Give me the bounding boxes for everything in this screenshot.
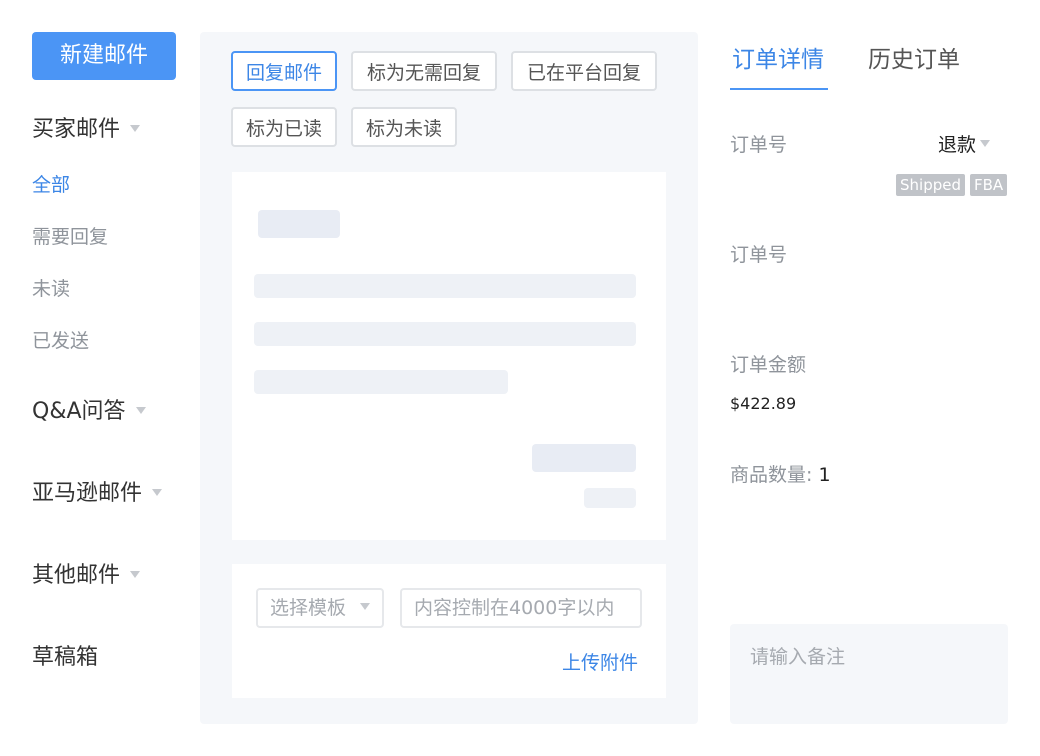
- mark-unread-button[interactable]: 标为未读: [351, 107, 457, 147]
- nav-item-needs-reply[interactable]: 需要回复: [32, 225, 108, 249]
- reply-mail-button[interactable]: 回复邮件: [231, 51, 337, 91]
- group-buyer-mail-label: 买家邮件: [32, 117, 121, 142]
- status-badge-shipped: Shipped: [896, 174, 965, 196]
- active-tab-indicator: [730, 88, 828, 90]
- upload-attachment-link[interactable]: 上传附件: [562, 648, 638, 675]
- group-amazon-mail[interactable]: 亚马逊邮件: [32, 480, 163, 508]
- template-select-placeholder: 选择模板: [270, 597, 347, 619]
- tab-order-details[interactable]: 订单详情: [732, 44, 824, 76]
- compose-box: 选择模板 上传附件: [232, 564, 666, 698]
- group-qa[interactable]: Q&A问答: [32, 398, 146, 426]
- nav-item-sent[interactable]: 已发送: [32, 329, 89, 353]
- remark-input[interactable]: [730, 624, 1008, 724]
- caret-down-icon: [980, 140, 991, 147]
- group-amazon-mail-label: 亚马逊邮件: [32, 481, 143, 506]
- group-buyer-mail[interactable]: 买家邮件: [32, 116, 141, 144]
- skeleton-title: [258, 210, 340, 238]
- reply-content-input[interactable]: [400, 588, 642, 628]
- nav-item-all[interactable]: 全部: [32, 173, 70, 197]
- item-quantity: 商品数量: 1: [730, 462, 831, 488]
- group-other-mail[interactable]: 其他邮件: [32, 562, 141, 590]
- order-number-label: 订单号: [730, 134, 788, 156]
- order-number-label-2: 订单号: [730, 244, 788, 266]
- item-quantity-value: 1: [818, 464, 831, 486]
- group-qa-label: Q&A问答: [32, 399, 126, 424]
- mail-panel: 回复邮件 标为无需回复 已在平台回复 标为已读 标为未读 选择模板 上传附件: [200, 32, 698, 724]
- group-drafts[interactable]: 草稿箱: [32, 644, 98, 672]
- skeleton-line: [254, 322, 636, 346]
- caret-down-icon: [152, 488, 163, 496]
- caret-down-icon: [130, 124, 141, 132]
- caret-down-icon: [135, 406, 146, 414]
- caret-down-icon: [130, 570, 141, 578]
- order-amount-label: 订单金额: [730, 354, 807, 376]
- skeleton-date: [584, 488, 636, 508]
- new-mail-button[interactable]: 新建邮件: [32, 32, 176, 80]
- skeleton-line: [254, 370, 508, 394]
- refund-label: 退款: [938, 134, 977, 156]
- group-other-mail-label: 其他邮件: [32, 563, 121, 588]
- skeleton-signature: [532, 444, 636, 472]
- refund-dropdown[interactable]: 退款: [938, 132, 991, 158]
- tab-order-history[interactable]: 历史订单: [868, 44, 960, 76]
- skeleton-line: [254, 274, 636, 298]
- caret-down-icon: [360, 603, 371, 610]
- template-select[interactable]: 选择模板: [256, 588, 384, 628]
- mail-app: 新建邮件 买家邮件 全部 需要回复 未读 已发送 Q&A问答 亚马逊邮件 其他邮…: [0, 0, 1040, 756]
- mark-no-reply-button[interactable]: 标为无需回复: [351, 51, 497, 91]
- status-badge-fba: FBA: [970, 174, 1008, 196]
- order-amount-value: $422.89: [730, 394, 797, 413]
- mail-content-card: [232, 172, 666, 540]
- replied-on-platform-button[interactable]: 已在平台回复: [511, 51, 657, 91]
- item-quantity-label: 商品数量:: [730, 464, 813, 486]
- mark-read-button[interactable]: 标为已读: [231, 107, 337, 147]
- nav-item-unread[interactable]: 未读: [32, 277, 70, 301]
